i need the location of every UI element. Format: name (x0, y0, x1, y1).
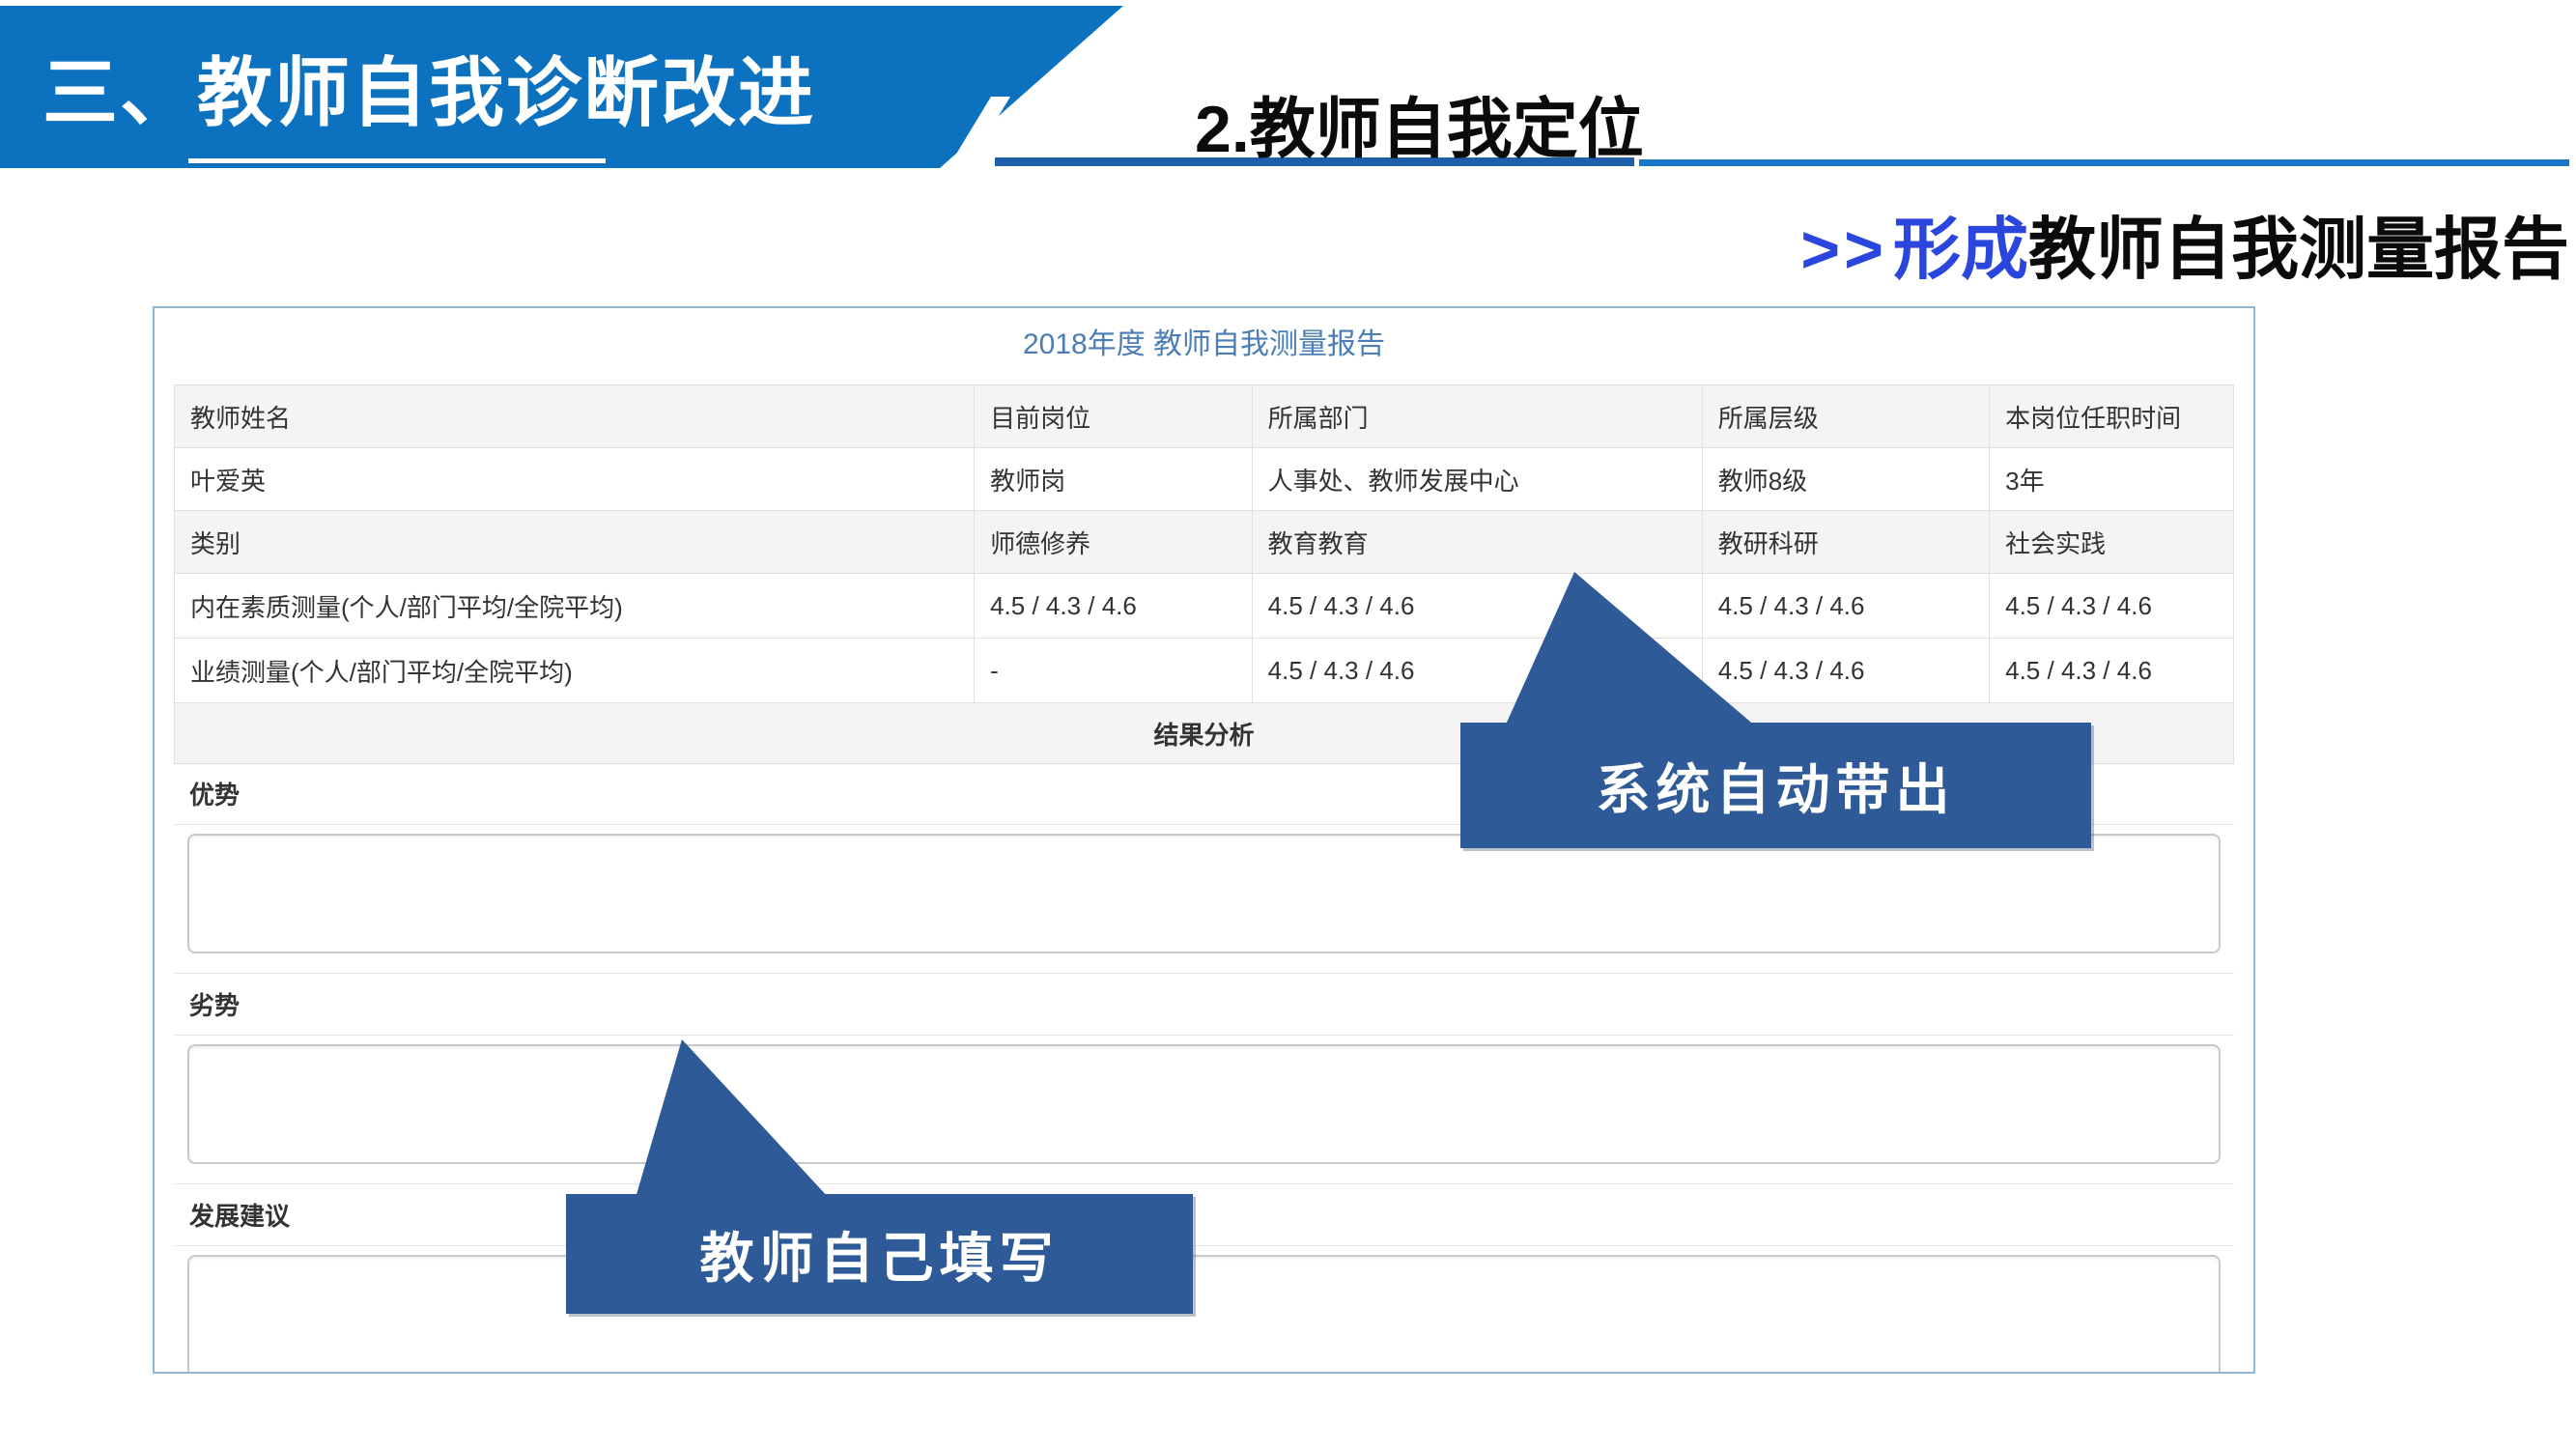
pointer-rest: 教师自我测量报告 (2028, 212, 2569, 287)
heading-underline-right (1639, 159, 2569, 166)
col-header-tenure: 本岗位任职时间 (1990, 385, 2234, 448)
chevrons-icon: >> (1800, 212, 1887, 287)
development-suggestion-row (174, 1255, 2234, 1374)
col-header-current-post: 目前岗位 (975, 385, 1253, 448)
score-cell: 4.5 / 4.3 / 4.6 (975, 574, 1253, 639)
disadvantages-textarea[interactable] (187, 1044, 2221, 1164)
col-header-teacher-name: 教师姓名 (175, 385, 975, 448)
disadvantages-row (174, 1044, 2234, 1184)
disadvantages-label: 劣势 (174, 974, 2234, 1036)
advantages-row (174, 834, 2234, 974)
score-cell: 4.5 / 4.3 / 4.6 (1702, 574, 1989, 639)
slide: 三、教师自我诊断改进 2.教师自我定位 >>形成教师自我测量报告 2018年度 … (0, 0, 2576, 1450)
banner-title: 三、教师自我诊断改进 (42, 33, 815, 141)
col-header-practice: 社会实践 (1990, 511, 2234, 574)
callout-auto-filled: 系统自动带出 (1460, 723, 2091, 848)
cell-teacher-name: 叶爱英 (175, 448, 975, 511)
report-title: 2018年度 教师自我测量报告 (155, 320, 2253, 362)
advantages-textarea[interactable] (187, 834, 2221, 953)
col-header-category: 类别 (175, 511, 975, 574)
callout-self-filled: 教师自己填写 (566, 1194, 1193, 1314)
col-header-department: 所属部门 (1252, 385, 1702, 448)
score-cell: 4.5 / 4.3 / 4.6 (1702, 639, 1989, 703)
info-value-row: 叶爱英 教师岗 人事处、教师发展中心 教师8级 3年 (175, 448, 2234, 511)
cell-department: 人事处、教师发展中心 (1252, 448, 1702, 511)
pointer-highlight: 形成 (1893, 212, 2028, 287)
info-header-row: 教师姓名 目前岗位 所属部门 所属层级 本岗位任职时间 (175, 385, 2234, 448)
page-title: 2.教师自我定位 (1195, 75, 1644, 171)
category-header-row: 类别 师德修养 教育教育 教研科研 社会实践 (175, 511, 2234, 574)
callout-auto-filled-text: 系统自动带出 (1597, 747, 1956, 825)
score-cell: 4.5 / 4.3 / 4.6 (1990, 574, 2234, 639)
score-cell: 4.5 / 4.3 / 4.6 (1990, 639, 2234, 703)
cell-level: 教师8级 (1702, 448, 1989, 511)
development-suggestion-textarea[interactable] (187, 1255, 2221, 1374)
pointer-caption: >>形成教师自我测量报告 (1800, 195, 2569, 293)
cell-tenure: 3年 (1990, 448, 2234, 511)
cell-current-post: 教师岗 (975, 448, 1253, 511)
performance-score-row: 业绩测量(个人/部门平均/全院平均) - 4.5 / 4.3 / 4.6 4.5… (175, 639, 2234, 703)
col-header-ethics: 师德修养 (975, 511, 1253, 574)
banner: 三、教师自我诊断改进 (0, 6, 1123, 168)
analysis-sections: 优势 劣势 发展建议 (174, 763, 2234, 1374)
intrinsic-score-row: 内在素质测量(个人/部门平均/全院平均) 4.5 / 4.3 / 4.6 4.5… (175, 574, 2234, 639)
score-cell: - (975, 639, 1253, 703)
development-suggestion-label: 发展建议 (174, 1184, 2234, 1246)
callout-self-filled-text: 教师自己填写 (700, 1215, 1060, 1294)
col-header-level: 所属层级 (1702, 385, 1989, 448)
col-header-teaching: 教育教育 (1252, 511, 1702, 574)
row-label-intrinsic: 内在素质测量(个人/部门平均/全院平均) (175, 574, 975, 639)
banner-white-line-decoration (188, 158, 606, 163)
row-label-performance: 业绩测量(个人/部门平均/全院平均) (175, 639, 975, 703)
report-table: 教师姓名 目前岗位 所属部门 所属层级 本岗位任职时间 叶爱英 教师岗 人事处、… (174, 384, 2234, 764)
col-header-research: 教研科研 (1702, 511, 1989, 574)
